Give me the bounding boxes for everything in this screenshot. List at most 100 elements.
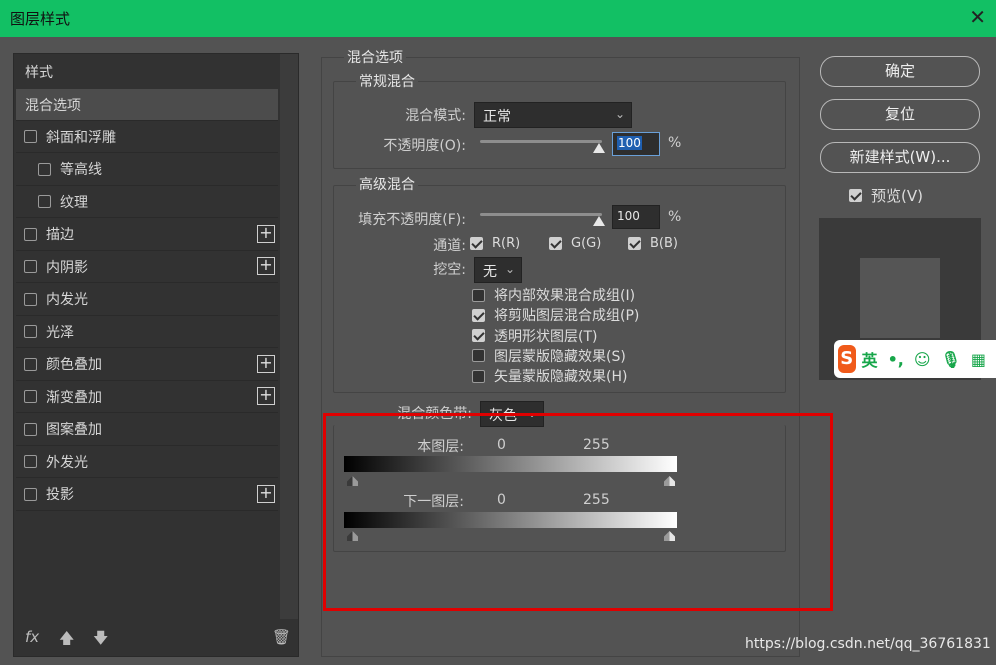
advanced-option-checkbox[interactable]: 矢量蒙版隐藏效果(H) <box>472 366 627 386</box>
style-item-checkbox[interactable] <box>38 195 51 208</box>
opacity-slider-thumb[interactable] <box>593 143 605 153</box>
ime-lang-toggle[interactable]: 英 <box>862 347 878 371</box>
check-icon <box>472 288 485 302</box>
add-effect-icon[interactable]: + <box>257 224 275 243</box>
add-effect-icon[interactable]: + <box>257 387 275 405</box>
advanced-option-checkbox[interactable]: 将剪贴图层混合成组(P) <box>472 305 639 325</box>
channel-checkbox[interactable]: R(R) <box>470 236 520 251</box>
style-item[interactable]: 描边 + <box>16 219 278 251</box>
channel-label: B(B) <box>650 236 678 251</box>
style-item-label: 混合选项 <box>25 97 81 114</box>
advanced-option-checkbox[interactable]: 图层蒙版隐藏效果(S) <box>472 346 626 366</box>
style-item-checkbox[interactable] <box>24 292 37 306</box>
sogou-logo-icon[interactable]: S <box>838 345 856 373</box>
fill-opacity-slider[interactable] <box>480 213 602 216</box>
style-item[interactable]: 内阴影 + <box>16 251 278 283</box>
blend-mode-label: 混合模式: <box>405 108 466 124</box>
ime-punct-icon[interactable]: •, <box>888 350 904 369</box>
opacity-value: 100 <box>617 136 642 150</box>
move-up-icon[interactable]: 🡅 <box>59 628 74 653</box>
general-blending-title: 常规混合 <box>356 71 418 91</box>
style-item-label: 纹理 <box>60 194 88 211</box>
preview-swatch <box>860 258 940 338</box>
preview-checkbox[interactable]: 预览(V) <box>849 185 923 206</box>
fill-opacity-slider-thumb[interactable] <box>593 216 605 226</box>
style-item-checkbox[interactable] <box>24 487 37 501</box>
title-bar: 图层样式 ✕ <box>0 0 996 37</box>
styles-scrollbar[interactable] <box>280 54 298 619</box>
close-icon[interactable]: ✕ <box>969 5 986 29</box>
check-icon <box>549 237 562 250</box>
style-item-label: 内发光 <box>46 292 88 308</box>
style-item[interactable]: 外发光 <box>16 446 278 478</box>
style-item[interactable]: 内发光 <box>16 284 278 316</box>
opacity-label: 不透明度(O): <box>383 138 466 154</box>
add-effect-icon[interactable]: + <box>257 354 275 373</box>
knockout-label: 挖空: <box>433 262 466 278</box>
style-item-label: 外发光 <box>46 454 88 471</box>
advanced-option-checkbox[interactable]: 透明形状图层(T) <box>472 326 597 346</box>
trash-icon[interactable]: 🗑 <box>272 628 291 646</box>
styles-footer: fx 🡅 🡇 🗑 <box>14 618 298 656</box>
style-item[interactable]: 斜面和浮雕 <box>16 121 278 153</box>
style-item-checkbox[interactable] <box>24 422 37 436</box>
channel-checkbox[interactable]: B(B) <box>628 236 678 251</box>
blend-mode-value: 正常 <box>483 109 511 125</box>
check-icon <box>472 308 485 322</box>
style-item-label: 斜面和浮雕 <box>46 129 116 146</box>
style-item-label: 内阴影 <box>46 259 88 276</box>
advanced-option-label: 矢量蒙版隐藏效果(H) <box>494 369 628 386</box>
style-item-checkbox[interactable] <box>24 130 37 143</box>
add-effect-icon[interactable]: + <box>257 257 275 275</box>
style-item[interactable]: 等高线 <box>16 154 278 186</box>
style-item-checkbox[interactable] <box>24 357 37 371</box>
style-item-label: 光泽 <box>46 324 74 341</box>
channel-label: G(G) <box>571 236 602 251</box>
style-item[interactable]: 纹理 <box>16 186 278 218</box>
fill-opacity-input[interactable]: 100 <box>612 205 660 229</box>
style-item[interactable]: 光泽 <box>16 316 278 348</box>
channel-checkbox[interactable]: G(G) <box>549 236 601 251</box>
ime-toolbar: S 英 •, ☺ 🎙 ▦ <box>834 340 996 378</box>
ime-keyboard-icon[interactable]: ▦ <box>971 350 986 369</box>
advanced-option-checkbox[interactable]: 将内部效果混合成组(I) <box>472 285 635 305</box>
style-item[interactable]: 渐变叠加 + <box>16 381 278 413</box>
ime-mic-icon[interactable]: 🎙 <box>941 350 961 369</box>
style-item-checkbox[interactable] <box>24 227 37 241</box>
ime-emoji-icon[interactable]: ☺ <box>914 350 931 369</box>
advanced-option-label: 图层蒙版隐藏效果(S) <box>494 348 626 365</box>
style-item-checkbox[interactable] <box>24 260 37 273</box>
style-item-checkbox[interactable] <box>38 162 51 176</box>
chevron-down-icon: ⌄ <box>614 107 625 121</box>
style-item-checkbox[interactable] <box>24 390 37 403</box>
fx-icon[interactable]: fx <box>25 628 39 646</box>
style-item[interactable]: 颜色叠加 + <box>16 349 278 381</box>
style-item-checkbox[interactable] <box>24 455 37 468</box>
check-icon <box>472 329 485 343</box>
window-title: 图层样式 <box>10 10 71 28</box>
style-item-label: 等高线 <box>60 162 102 178</box>
advanced-option-label: 透明形状图层(T) <box>494 328 598 345</box>
opacity-input[interactable]: 100 <box>612 132 660 156</box>
opacity-slider[interactable] <box>480 140 602 143</box>
style-item-label: 渐变叠加 <box>46 389 102 406</box>
add-effect-icon[interactable]: + <box>257 484 275 503</box>
style-item[interactable]: 图案叠加 <box>16 414 278 446</box>
styles-header[interactable]: 样式 <box>16 56 278 88</box>
move-down-icon[interactable]: 🡇 <box>93 628 108 653</box>
channels-label: 通道: <box>433 238 466 254</box>
knockout-select[interactable]: 无 ⌄ <box>474 257 522 283</box>
style-item[interactable]: 投影 + <box>16 479 278 511</box>
check-icon <box>470 237 483 250</box>
highlight-annotation <box>323 413 833 611</box>
fill-opacity-label: 填充不透明度(F): <box>358 212 466 228</box>
opacity-unit: % <box>668 135 682 151</box>
blend-mode-select[interactable]: 正常 ⌄ <box>474 102 632 128</box>
style-item-blend-options[interactable]: 混合选项 <box>16 89 278 121</box>
new-style-button[interactable]: 新建样式(W)... <box>820 142 980 173</box>
reset-button[interactable]: 复位 <box>820 99 980 130</box>
ok-button[interactable]: 确定 <box>820 56 980 87</box>
style-item-checkbox[interactable] <box>24 325 37 338</box>
knockout-value: 无 <box>483 264 497 280</box>
chevron-down-icon: ⌄ <box>504 262 515 276</box>
